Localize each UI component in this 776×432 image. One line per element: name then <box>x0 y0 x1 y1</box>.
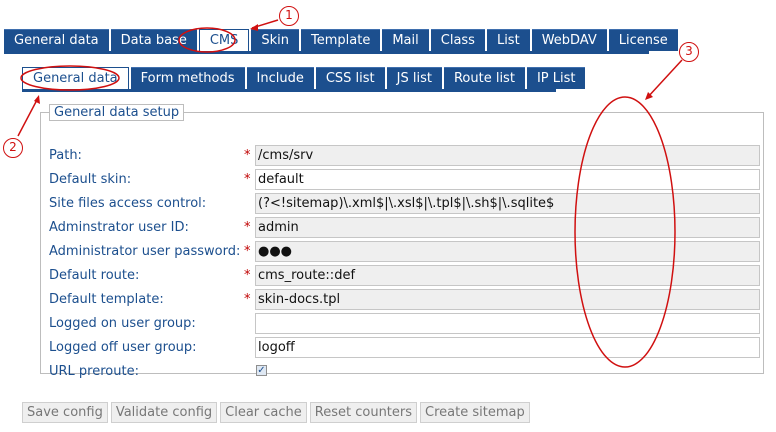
annotation-number-2: 2 <box>3 138 23 158</box>
annotation-1-arrowhead <box>250 24 258 31</box>
annotation-2-arrow <box>17 97 39 137</box>
cms-tab-highlight-ellipse <box>178 27 236 53</box>
annotation-number-3: 3 <box>679 42 699 62</box>
annotation-number-1: 1 <box>279 6 299 26</box>
empty-area-highlight-ellipse <box>574 96 676 368</box>
annotation-3-arrow <box>646 59 683 99</box>
subtab-highlight-ellipse <box>20 65 120 91</box>
annotation-overlay <box>17 19 683 368</box>
